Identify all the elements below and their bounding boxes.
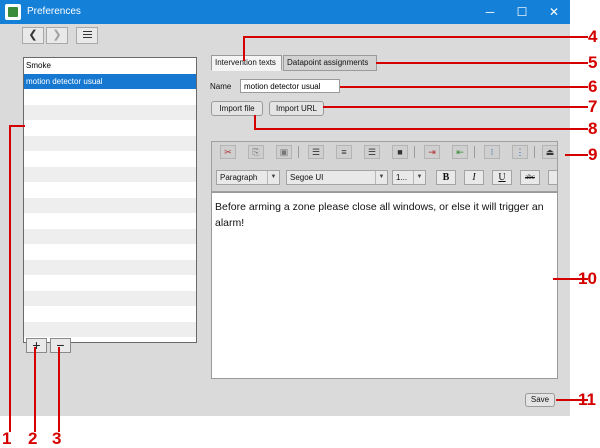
editor-toolbar: ✂ ⎘ ▣ ☰ ≡ ☰ ■ ⇥ ⇤ ⁝ ⋮ ⏏ Paragraph ▼ Sego…: [211, 141, 558, 192]
bullet-list-icon[interactable]: ⁝: [484, 145, 500, 159]
intervention-list[interactable]: Smoke motion detector usual: [23, 57, 197, 343]
empty-list-row: [24, 244, 196, 260]
tab-datapoint-assignments[interactable]: Datapoint assignments: [283, 55, 377, 71]
font-size-value: 1...: [396, 173, 408, 182]
toolbar-separator: [414, 146, 415, 158]
callout-number-3: 3: [52, 429, 62, 448]
close-button[interactable]: ✕: [538, 0, 570, 24]
import-url-button[interactable]: Import URL: [269, 101, 324, 116]
toolbar-separator: [298, 146, 299, 158]
eject-icon[interactable]: ⏏: [542, 145, 557, 159]
empty-list-row: [24, 151, 196, 167]
bold-button[interactable]: B: [436, 170, 456, 185]
callout-number-6: 6: [588, 77, 598, 96]
list-item[interactable]: motion detector usual: [24, 73, 196, 89]
screenshot-stage: Preferences ─ ☐ ✕ ❮ ❯ Smoke motion detect…: [0, 0, 600, 448]
outdent-icon[interactable]: ⇤: [452, 145, 468, 159]
callout-number-5: 5: [588, 53, 598, 72]
forward-button[interactable]: ❯: [46, 27, 68, 44]
cut-icon[interactable]: ✂: [220, 145, 236, 159]
font-family-value: Segoe UI: [290, 173, 324, 182]
callout-number-9: 9: [588, 145, 598, 164]
copy-icon[interactable]: ⎘: [248, 145, 264, 159]
justify-icon[interactable]: ■: [392, 145, 408, 159]
chevron-down-icon: ▼: [413, 171, 425, 184]
empty-list-row: [24, 89, 196, 105]
empty-list-row: [24, 321, 196, 337]
chevron-down-icon: ▼: [375, 171, 387, 184]
name-label: Name: [210, 82, 232, 91]
save-button[interactable]: Save: [525, 393, 555, 407]
text-editor[interactable]: Before arming a zone please close all wi…: [211, 192, 558, 379]
underline-button[interactable]: U: [492, 170, 512, 185]
callout-number-2: 2: [28, 429, 38, 448]
empty-list-row: [24, 104, 196, 120]
toolbar-more-button[interactable]: [548, 170, 557, 185]
font-family-select[interactable]: Segoe UI ▼: [286, 170, 388, 185]
back-button[interactable]: ❮: [22, 27, 44, 44]
add-button[interactable]: +: [26, 338, 47, 353]
empty-list-row: [24, 197, 196, 213]
import-file-button[interactable]: Import file: [211, 101, 263, 116]
numbered-list-icon[interactable]: ⋮: [512, 145, 528, 159]
list-item[interactable]: Smoke: [24, 58, 196, 74]
title-bar: Preferences ─ ☐ ✕: [0, 0, 570, 24]
empty-list-row: [24, 228, 196, 244]
paragraph-style-value: Paragraph: [220, 173, 258, 182]
callout-number-1: 1: [2, 429, 12, 448]
empty-list-row: [24, 306, 196, 322]
paste-icon[interactable]: ▣: [276, 145, 292, 159]
strikethrough-button[interactable]: abc: [520, 170, 540, 185]
italic-button[interactable]: I: [464, 170, 484, 185]
toolbar-separator: [534, 146, 535, 158]
minimize-button[interactable]: ─: [474, 0, 506, 24]
callout-number-11: 11: [578, 390, 596, 409]
navigation-toolbar: ❮ ❯: [20, 27, 100, 46]
align-center-icon[interactable]: ≡: [336, 145, 352, 159]
toolbar-separator: [474, 146, 475, 158]
chevron-down-icon: ▼: [267, 171, 279, 184]
font-size-select[interactable]: 1... ▼: [392, 170, 426, 185]
empty-list-row: [24, 259, 196, 275]
empty-list-row: [24, 275, 196, 291]
empty-list-row: [24, 182, 196, 198]
callout-number-7: 7: [588, 97, 598, 116]
callout-number-8: 8: [588, 119, 598, 138]
callout-number-10: 10: [578, 269, 597, 288]
paragraph-style-select[interactable]: Paragraph ▼: [216, 170, 280, 185]
empty-list-row: [24, 120, 196, 136]
empty-list-row: [24, 166, 196, 182]
tab-intervention-texts[interactable]: Intervention texts: [211, 55, 282, 71]
indent-icon[interactable]: ⇥: [424, 145, 440, 159]
callout-number-4: 4: [588, 27, 598, 46]
empty-list-row: [24, 290, 196, 306]
app-icon: [5, 4, 21, 20]
remove-button[interactable]: −: [50, 338, 71, 353]
align-right-icon[interactable]: ☰: [364, 145, 380, 159]
align-left-icon[interactable]: ☰: [308, 145, 324, 159]
name-input[interactable]: [240, 79, 340, 93]
empty-list-row: [24, 135, 196, 151]
window-title: Preferences: [27, 6, 81, 17]
maximize-button[interactable]: ☐: [506, 0, 538, 24]
empty-list-row: [24, 213, 196, 229]
hamburger-menu-icon[interactable]: [76, 27, 98, 44]
